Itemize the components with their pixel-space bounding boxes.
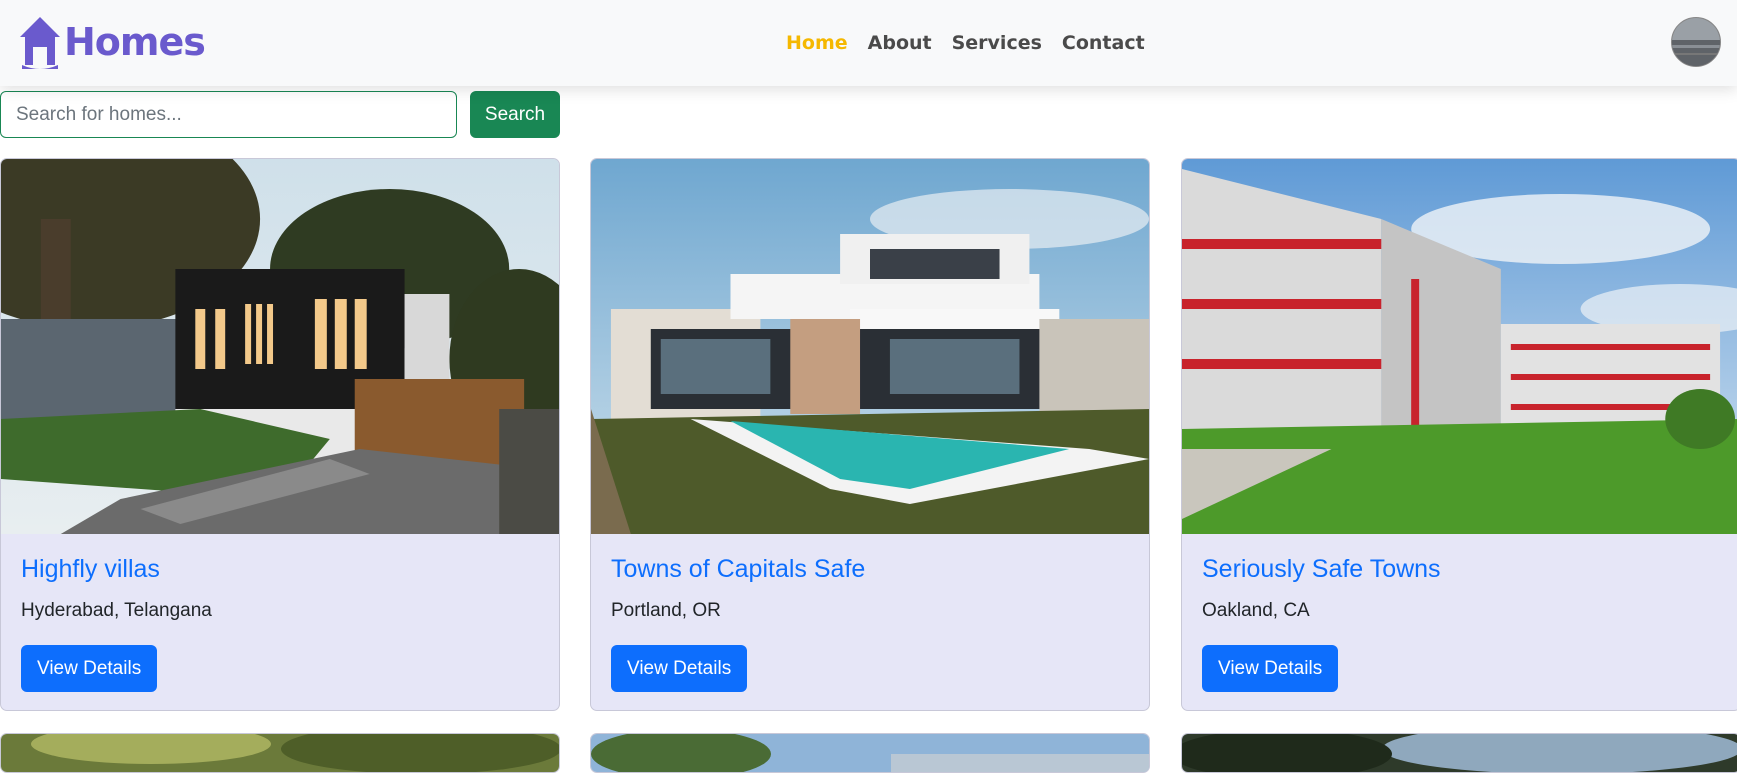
listing-image [1182, 159, 1737, 534]
listing-location: Portland, OR [611, 600, 721, 621]
search-button[interactable]: Search [470, 91, 560, 138]
listing-title[interactable]: Highfly villas [21, 555, 160, 584]
user-avatar[interactable] [1671, 17, 1721, 67]
nav-services[interactable]: Services [952, 28, 1042, 58]
listing-image [1182, 734, 1737, 772]
listing-image [591, 734, 1149, 772]
nav-about[interactable]: About [868, 28, 932, 58]
nav-home[interactable]: Home [786, 28, 848, 58]
listing-location: Hyderabad, Telangana [21, 600, 212, 621]
listing-title[interactable]: Towns of Capitals Safe [611, 555, 865, 584]
view-details-button[interactable]: View Details [1202, 645, 1339, 692]
brand-logo[interactable]: Homes [18, 12, 206, 72]
listing-title[interactable]: Seriously Safe Towns [1202, 555, 1441, 584]
listing-image [591, 159, 1149, 534]
listing-card-partial [1181, 733, 1737, 773]
avatar-image [1672, 18, 1720, 66]
listing-card-partial [590, 733, 1150, 773]
view-details-button[interactable]: View Details [611, 645, 748, 692]
search-bar: Search [0, 91, 560, 138]
house-icon [20, 17, 60, 69]
nav-contact[interactable]: Contact [1062, 28, 1145, 58]
listing-card: Highfly villas Hyderabad, Telangana View… [0, 158, 560, 711]
listing-location: Oakland, CA [1202, 600, 1310, 621]
listing-card-partial [0, 733, 560, 773]
listing-card: Seriously Safe Towns Oakland, CA View De… [1181, 158, 1737, 711]
view-details-button[interactable]: View Details [21, 645, 158, 692]
brand-name: Homes [64, 20, 206, 64]
listing-card: Towns of Capitals Safe Portland, OR View… [590, 158, 1150, 711]
main-nav: Home About Services Contact [786, 28, 1165, 58]
listing-image [1, 159, 559, 534]
search-input[interactable] [0, 91, 457, 138]
navbar: Homes Home About Services Contact [0, 0, 1737, 86]
listing-image [1, 734, 559, 772]
